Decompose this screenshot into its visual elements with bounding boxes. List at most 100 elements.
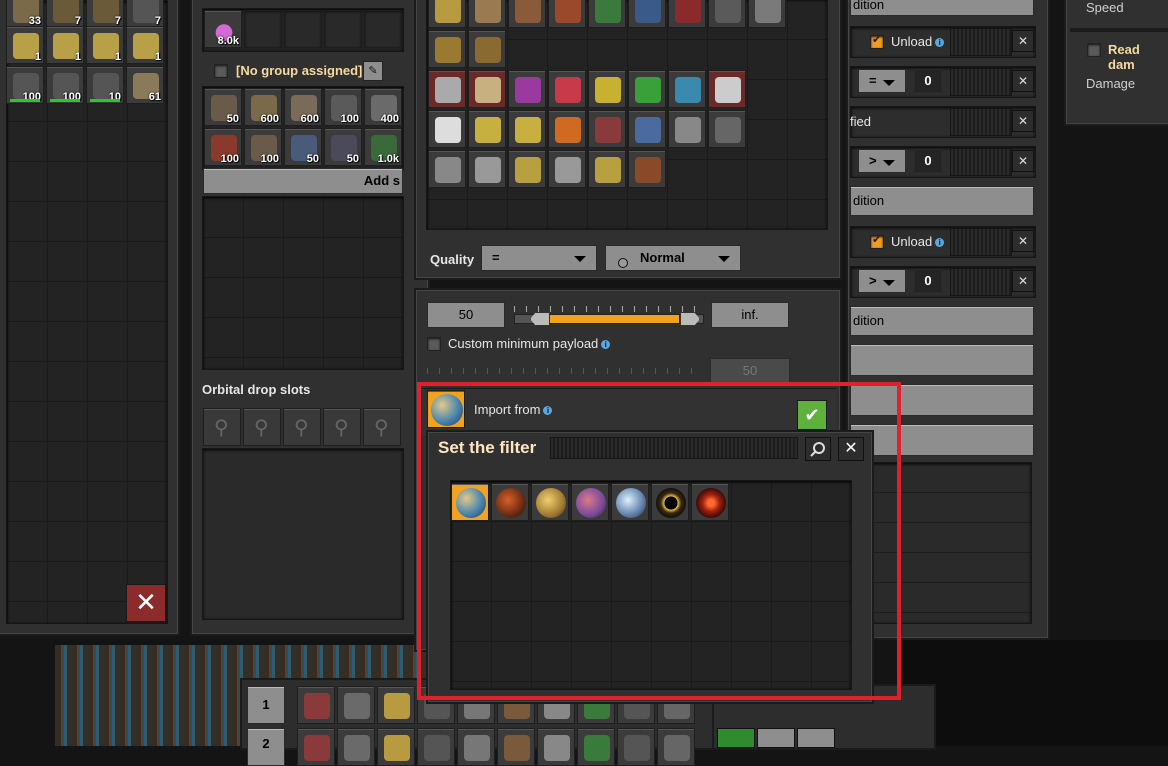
quality-value-dropdown[interactable]: Normal [605, 245, 741, 271]
orbital-drop-slot[interactable]: ⚲ [323, 408, 361, 446]
condition-value-3[interactable]: 0 [914, 269, 942, 293]
orbital-drop-slot[interactable]: ⚲ [243, 408, 281, 446]
quality-comparator-dropdown[interactable]: = [481, 245, 597, 271]
condition-value-2[interactable]: 0 [914, 149, 942, 173]
close-inventory-button[interactable]: ✕ [126, 584, 166, 622]
item-slot[interactable] [708, 0, 746, 28]
item-slot[interactable] [468, 0, 506, 28]
remove-condition-button[interactable]: ✕ [1012, 70, 1034, 92]
remove-condition-button[interactable]: ✕ [1012, 270, 1034, 292]
quickbar-row-1-button[interactable]: 1 [247, 686, 285, 724]
shortcut-button[interactable] [757, 728, 795, 748]
payload-min-field[interactable]: 50 [427, 302, 505, 328]
remove-condition-button[interactable]: ✕ [1012, 30, 1034, 52]
quickbar-slot[interactable] [537, 728, 575, 766]
drag-handle[interactable] [950, 148, 1012, 176]
inventory-slot[interactable]: 1 [86, 26, 124, 64]
remove-condition-button[interactable]: ✕ [1012, 110, 1034, 132]
inventory-slot[interactable]: 1 [46, 26, 84, 64]
item-slot[interactable] [428, 70, 466, 108]
empty-slot[interactable] [244, 10, 282, 48]
inventory-slot[interactable]: 1 [6, 26, 44, 64]
item-slot[interactable] [588, 110, 626, 148]
quickbar-slot[interactable] [497, 728, 535, 766]
request-slot[interactable]: 1.0k [364, 128, 402, 166]
inventory-slot[interactable]: 33 [6, 0, 44, 28]
inventory-slot[interactable]: 100 [46, 66, 84, 104]
comparator-dropdown-2[interactable]: > [858, 149, 906, 173]
edit-group-button[interactable]: ✎ [363, 61, 383, 81]
item-slot[interactable] [548, 0, 586, 28]
orbital-drop-slot[interactable]: ⚲ [283, 408, 321, 446]
unload-checkbox-2[interactable] [870, 233, 884, 249]
drag-handle[interactable] [950, 68, 1012, 96]
add-section-button[interactable]: Add s [203, 168, 403, 194]
comparator-dropdown-1[interactable]: = [858, 69, 906, 93]
request-slot[interactable]: 50 [204, 88, 242, 126]
science-pack-slot[interactable]: 8.0k [204, 10, 242, 48]
item-slot[interactable] [628, 0, 666, 28]
remove-condition-button[interactable]: ✕ [1012, 150, 1034, 172]
quickbar-slot[interactable] [377, 728, 415, 766]
drag-handle[interactable] [950, 268, 1012, 296]
item-slot[interactable] [468, 150, 506, 188]
item-slot[interactable] [548, 150, 586, 188]
inventory-slot[interactable]: 7 [126, 0, 164, 28]
inventory-slot[interactable]: 100 [6, 66, 44, 104]
item-slot[interactable] [588, 0, 626, 28]
comparator-dropdown-3[interactable]: > [858, 269, 906, 293]
inventory-slot[interactable]: 10 [86, 66, 124, 104]
condition-value-1[interactable]: 0 [914, 69, 942, 93]
quickbar-slot[interactable] [297, 686, 335, 724]
quickbar-slot[interactable] [577, 728, 615, 766]
item-slot[interactable] [508, 150, 546, 188]
inventory-slot[interactable]: 61 [126, 66, 164, 104]
quickbar-slot[interactable] [377, 686, 415, 724]
item-slot[interactable] [548, 70, 586, 108]
quickbar-slot[interactable] [417, 728, 455, 766]
item-slot[interactable] [748, 0, 786, 28]
quickbar-slot[interactable] [337, 728, 375, 766]
unload-checkbox-1[interactable] [870, 33, 884, 49]
request-slot[interactable]: 400 [364, 88, 402, 126]
item-slot[interactable] [428, 110, 466, 148]
quickbar-slot[interactable] [617, 728, 655, 766]
quickbar-slot[interactable] [457, 728, 495, 766]
request-slot[interactable]: 600 [244, 88, 282, 126]
item-slot[interactable] [508, 110, 546, 148]
item-slot[interactable] [428, 150, 466, 188]
item-slot[interactable] [508, 0, 546, 28]
shortcut-green-button[interactable] [717, 728, 755, 748]
item-slot[interactable] [588, 150, 626, 188]
read-damage-checkbox[interactable] [1087, 43, 1101, 57]
item-slot[interactable] [468, 70, 506, 108]
drag-handle[interactable] [950, 28, 1012, 56]
quickbar-slot[interactable] [297, 728, 335, 766]
quickbar-slot[interactable] [337, 686, 375, 724]
request-slot[interactable]: 50 [324, 128, 362, 166]
item-slot[interactable] [628, 150, 666, 188]
item-slot[interactable] [468, 110, 506, 148]
group-checkbox[interactable] [214, 64, 228, 78]
request-slot[interactable]: 600 [284, 88, 322, 126]
item-slot[interactable] [708, 70, 746, 108]
inventory-slot[interactable]: 7 [86, 0, 124, 28]
empty-slot[interactable] [364, 10, 402, 48]
request-slot[interactable]: 100 [204, 128, 242, 166]
remove-condition-button[interactable]: ✕ [1012, 230, 1034, 252]
item-slot[interactable] [668, 110, 706, 148]
request-slot[interactable]: 50 [284, 128, 322, 166]
drag-handle[interactable] [950, 228, 1012, 256]
item-slot[interactable] [548, 110, 586, 148]
item-slot[interactable] [668, 70, 706, 108]
item-slot[interactable] [508, 70, 546, 108]
item-slot[interactable] [428, 30, 466, 68]
shortcut-button[interactable] [797, 728, 835, 748]
item-slot[interactable] [668, 0, 706, 28]
drag-handle[interactable] [950, 108, 1012, 136]
empty-slot[interactable] [324, 10, 362, 48]
empty-slot[interactable] [284, 10, 322, 48]
condition-header-3[interactable]: dition [850, 306, 1034, 336]
item-slot[interactable] [588, 70, 626, 108]
request-slot[interactable]: 100 [324, 88, 362, 126]
